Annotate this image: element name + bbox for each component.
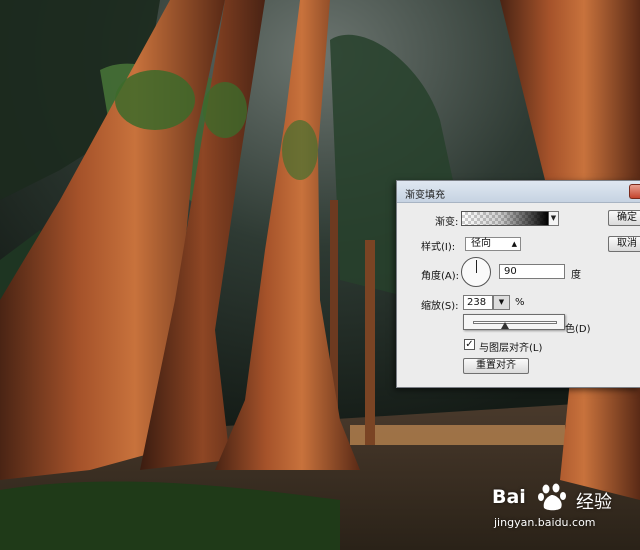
gradient-label: 渐变:	[435, 217, 459, 228]
dialog-titlebar[interactable]: 渐变填充	[397, 181, 640, 203]
angle-input[interactable]: 90	[499, 264, 565, 279]
scale-label: 缩放(S):	[421, 301, 459, 312]
chevron-down-icon[interactable]: ▼	[549, 211, 559, 226]
chevron-down-icon[interactable]: ▼	[493, 295, 510, 310]
watermark-brand-tail: 经验	[576, 492, 612, 513]
angle-dial[interactable]	[461, 257, 491, 287]
reset-align-button[interactable]: 重置对齐	[463, 358, 529, 374]
scale-slider-popup[interactable]	[463, 314, 565, 330]
angle-label: 角度(A):	[421, 271, 460, 282]
scale-unit: %	[515, 297, 525, 308]
scale-slider-thumb[interactable]	[500, 322, 509, 329]
ok-button[interactable]: 确定	[608, 210, 640, 226]
gradient-swatch[interactable]	[461, 211, 549, 226]
angle-unit: 度	[571, 270, 581, 281]
style-select[interactable]: 径向 ▲	[465, 237, 521, 251]
gradient-fill-dialog: 渐变填充 渐变: ▼ 样式(I): 径向 ▲ 角度(A): 90 度 缩放(S)…	[396, 180, 640, 388]
close-icon[interactable]	[629, 184, 640, 199]
chevron-down-icon: ▲	[511, 240, 517, 248]
align-with-layer-checkbox[interactable]: ✓	[464, 339, 475, 350]
scale-input[interactable]: 238	[463, 295, 493, 310]
baidu-watermark: Bai 经验 jingyan.baidu.com	[486, 480, 636, 536]
scale-slider-track[interactable]	[473, 321, 557, 324]
align-with-layer-label: 与图层对齐(L)	[479, 343, 543, 354]
style-select-value: 径向	[471, 238, 491, 249]
style-label: 样式(I):	[421, 242, 456, 253]
watermark-brand: Bai	[492, 486, 526, 508]
dialog-title: 渐变填充	[405, 190, 445, 201]
cancel-button[interactable]: 取消	[608, 236, 640, 252]
reverse-label: 色(D)	[565, 324, 591, 335]
watermark-url: jingyan.baidu.com	[494, 516, 596, 529]
baidu-paw-icon	[538, 483, 566, 511]
